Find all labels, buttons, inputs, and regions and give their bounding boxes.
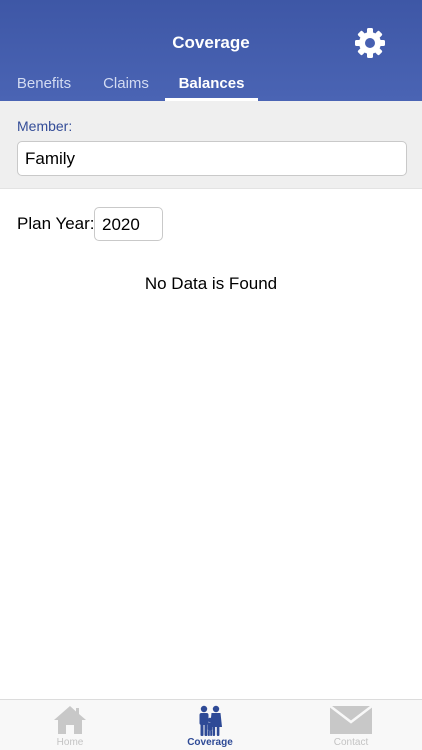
tabbar-label: Home — [56, 737, 84, 748]
segment-tabs: Benefits Claims Balances — [0, 66, 422, 101]
member-select[interactable]: Family — [17, 141, 407, 176]
bottom-tab-bar: Home Coverage Contact — [0, 699, 422, 750]
tabbar-item-contact[interactable]: Contact — [281, 700, 421, 750]
member-section: Member: Family — [0, 101, 422, 189]
envelope-icon — [329, 705, 373, 734]
tab-claims[interactable]: Claims — [95, 66, 157, 101]
member-label: Member: — [17, 118, 73, 134]
tabbar-item-coverage[interactable]: Coverage — [140, 700, 280, 750]
tabbar-label: Coverage — [187, 737, 233, 748]
home-icon — [54, 706, 86, 734]
tab-benefits[interactable]: Benefits — [10, 66, 78, 101]
gear-icon[interactable] — [354, 27, 386, 59]
empty-message: No Data is Found — [144, 274, 278, 293]
plan-year-select[interactable]: 2020 — [94, 207, 163, 241]
family-icon — [199, 705, 222, 736]
nav-header: Coverage Benefits Claims Balances — [0, 0, 422, 101]
tabbar-item-home[interactable]: Home — [0, 700, 140, 750]
plan-year-label: Plan Year: — [17, 214, 95, 233]
tabbar-label: Contact — [333, 737, 369, 748]
tab-balances[interactable]: Balances — [165, 66, 258, 101]
